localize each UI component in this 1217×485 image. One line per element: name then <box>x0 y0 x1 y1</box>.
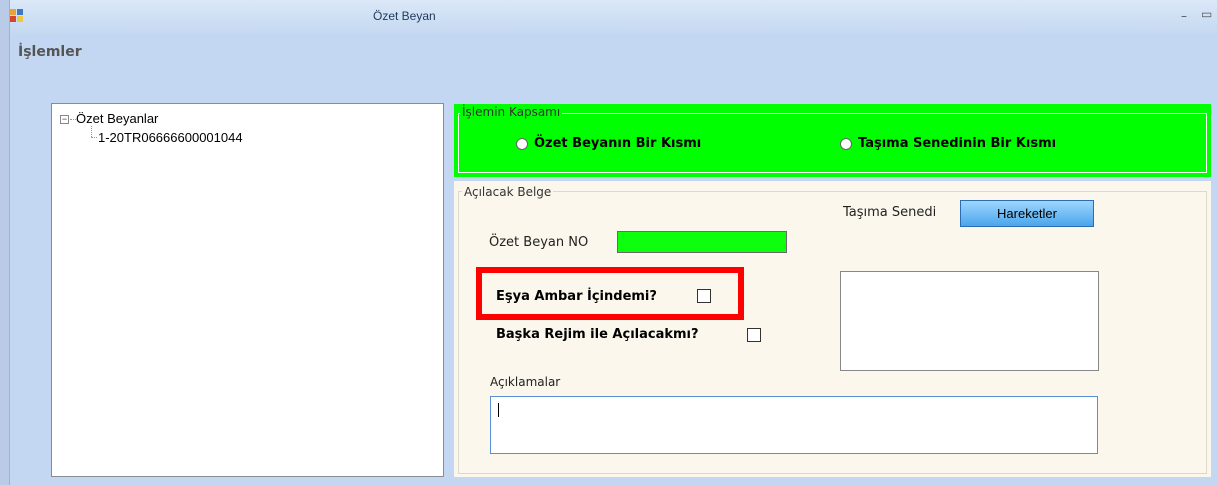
window-left-frame <box>0 0 10 485</box>
minimize-icon[interactable]: – <box>1181 9 1187 23</box>
radio-label: Taşıma Senedinin Bir Kısmı <box>858 136 1057 151</box>
radio-circle-icon[interactable] <box>840 137 852 150</box>
radio-tasima-senedi-kismi[interactable]: Taşıma Senedinin Bir Kısmı <box>840 136 1056 151</box>
tree-child-node[interactable]: 1-20TR06666600001044 <box>98 130 243 145</box>
radio-circle-icon[interactable] <box>516 137 528 150</box>
baska-rejim-checkbox[interactable] <box>747 328 761 342</box>
radio-label: Özet Beyanın Bir Kısmı <box>534 136 702 151</box>
aciklamalar-label: Açıklamalar <box>490 375 561 389</box>
highlight-box <box>476 267 744 320</box>
app-icon[interactable] <box>10 9 24 23</box>
maximize-icon[interactable]: ▭ <box>1201 7 1212 21</box>
tasima-senedi-listbox[interactable] <box>840 271 1099 371</box>
aciklamalar-textarea[interactable] <box>490 396 1098 454</box>
tasima-senedi-label: Taşıma Senedi <box>843 205 937 220</box>
document-groupbox: Açılacak Belge Taşıma Senedi Hareketler … <box>454 181 1211 477</box>
tree-root-node[interactable]: Özet Beyanlar <box>76 111 158 126</box>
ozet-beyan-no-field-box <box>617 231 787 253</box>
window-title: Özet Beyan <box>373 9 436 23</box>
tree-collapse-icon[interactable]: − <box>60 115 69 124</box>
document-legend: Açılacak Belge <box>462 185 554 199</box>
menu-islemler[interactable]: İşlemler <box>18 44 82 60</box>
ozet-beyan-no-field[interactable] <box>618 232 786 253</box>
radio-ozet-beyan-kismi[interactable]: Özet Beyanın Bir Kısmı <box>516 136 701 151</box>
tree-connector <box>91 126 92 137</box>
tree-connector <box>91 137 97 138</box>
scope-legend: İşlemin Kapsamı <box>460 105 563 119</box>
ozet-beyan-no-label: Özet Beyan NO <box>489 235 589 250</box>
baska-rejim-label: Başka Rejim ile Açılacakmı? <box>496 327 699 342</box>
hareketler-button[interactable]: Hareketler <box>960 200 1094 227</box>
scope-groupbox: İşlemin Kapsamı Özet Beyanın Bir Kısmı T… <box>454 104 1211 177</box>
text-caret <box>498 403 499 417</box>
ozet-beyan-tree[interactable]: − Özet Beyanlar 1-20TR06666600001044 <box>51 103 444 477</box>
window-titlebar: Özet Beyan – ▭ <box>0 0 1217 33</box>
